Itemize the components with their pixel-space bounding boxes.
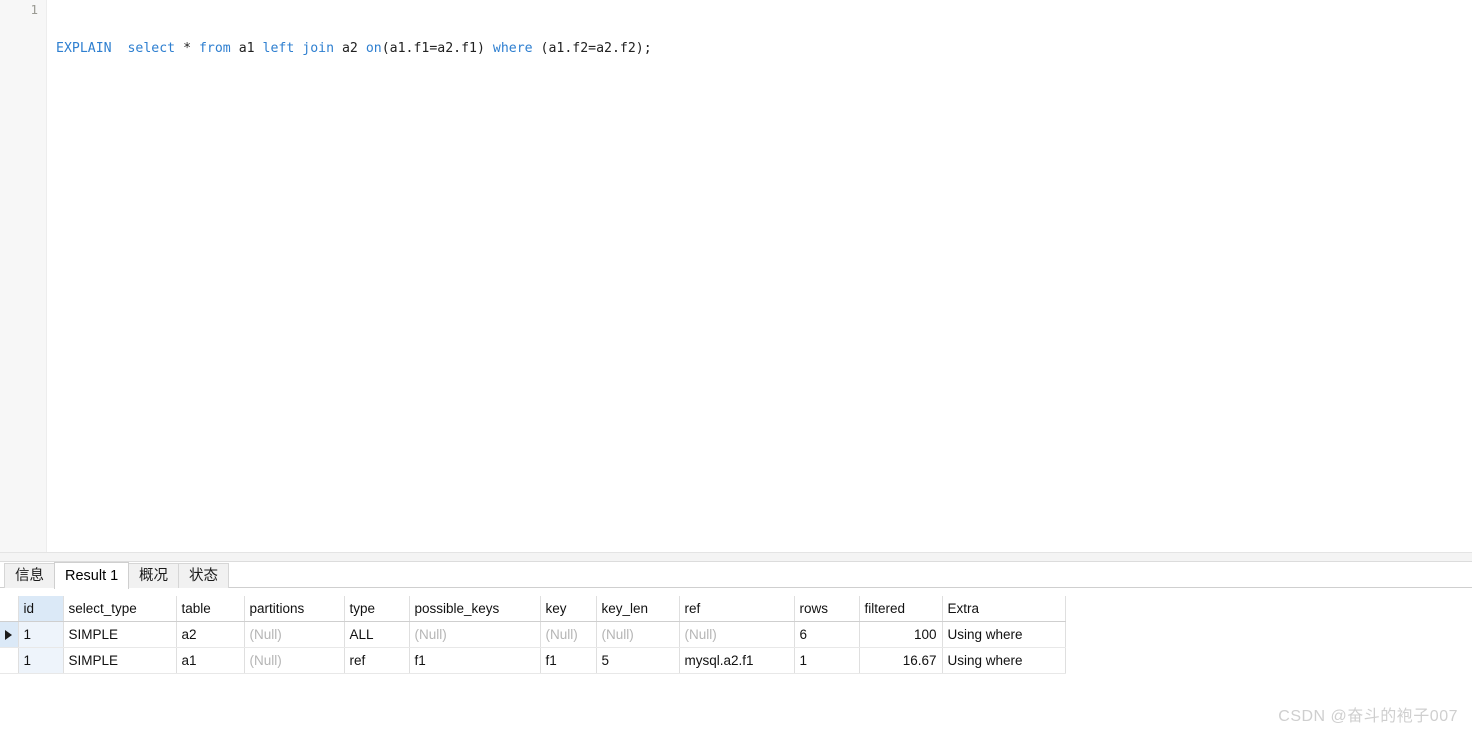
sql-token-12: join [302,41,335,56]
sql-token-4: * [183,41,192,56]
cell-key[interactable]: (Null) [540,621,597,648]
cell-type[interactable]: ref [344,647,410,674]
sql-token-2: select [127,41,176,56]
cell-possible_keys[interactable]: (Null) [409,621,541,648]
sql-token-3 [175,41,183,56]
sql-token-13 [334,41,342,56]
sql-token-1 [112,41,128,56]
sql-token-7 [231,41,239,56]
code-line-1: EXPLAIN select * from a1 left join a2 on… [56,38,1472,58]
column-header-select_type[interactable]: select_type [63,596,177,622]
tab-label: 信息 [15,568,44,584]
sql-token-14: a2 [341,41,358,56]
sql-token-19: where [492,41,533,56]
cell-key_len[interactable]: 5 [596,647,680,674]
sql-token-6: from [198,41,231,56]
tab-panel-3[interactable]: 状态 [178,563,229,588]
cell-table[interactable]: a2 [176,621,245,648]
tab-panel-2[interactable]: 概况 [128,563,179,588]
cell-Extra[interactable]: Using where [942,621,1066,648]
sql-token-9 [255,41,263,56]
cell-partitions[interactable]: (Null) [244,647,345,674]
editor-line-number-gutter: 1 [0,0,47,552]
column-header-rows[interactable]: rows [794,596,860,622]
sql-token-5 [191,41,199,56]
column-header-table[interactable]: table [176,596,245,622]
cell-ref[interactable]: (Null) [679,621,795,648]
column-header-possible_keys[interactable]: possible_keys [409,596,541,622]
cell-filtered[interactable]: 100 [859,621,943,648]
cell-rows[interactable]: 6 [794,621,860,648]
explain-result-table: id select_type table partitions type possible… [0,596,1066,674]
column-header-ref[interactable]: ref [679,596,795,622]
table-row[interactable]: 1 SIMPLE a2 (Null) ALL (Null) (Null) (Null) (Nul… [0,621,1066,648]
current-row-arrow-icon [5,629,13,640]
panel-splitter[interactable] [0,552,1472,562]
column-header-id[interactable]: id [18,596,64,622]
sql-token-21: (a1.f2=a2.f2); [540,41,652,56]
tab-panel-0[interactable]: 信息 [4,563,55,588]
sql-token-15 [358,41,366,56]
cell-Extra[interactable]: Using where [942,647,1066,674]
tab-label: 概况 [139,568,168,584]
column-header-key_len[interactable]: key_len [596,596,680,622]
cell-rows[interactable]: 1 [794,647,860,674]
cell-key[interactable]: f1 [540,647,597,674]
tab-label: Result 1 [65,568,119,584]
cell-type[interactable]: ALL [344,621,410,648]
sql-token-10: left [262,41,295,56]
sql-editor-panel[interactable]: 1 EXPLAIN select * from a1 left join a2 … [0,0,1472,552]
cell-select_type[interactable]: SIMPLE [63,621,177,648]
column-header-Extra[interactable]: Extra [942,596,1066,622]
column-header-type[interactable]: type [344,596,410,622]
cell-select_type[interactable]: SIMPLE [63,647,177,674]
sql-token-20 [533,41,541,56]
cell-filtered[interactable]: 16.67 [859,647,943,674]
cell-possible_keys[interactable]: f1 [409,647,541,674]
sql-token-8: a1 [238,41,255,56]
sql-token-16: on [365,41,382,56]
csdn-watermark: CSDN @奋斗的袍子007 [1278,708,1458,725]
cell-partitions[interactable]: (Null) [244,621,345,648]
cell-id[interactable]: 1 [18,647,64,674]
column-header-partitions[interactable]: partitions [244,596,345,622]
cell-id[interactable]: 1 [18,621,64,648]
row-indicator-cell[interactable] [0,621,19,648]
cell-table[interactable]: a1 [176,647,245,674]
table-header-row: id select_type table partitions type possible… [0,596,1066,622]
tab-label: 状态 [189,568,218,584]
sql-token-17: (a1.f1=a2.f1) [381,41,485,56]
result-grid[interactable]: id select_type table partitions type possible… [0,596,1066,674]
result-tab-bar: 信息 Result 1 概况 状态 [0,562,1472,589]
sql-token-18 [485,41,493,56]
cell-ref[interactable]: mysql.a2.f1 [679,647,795,674]
sql-code-area[interactable]: EXPLAIN select * from a1 left join a2 on… [56,0,1472,552]
column-header-key[interactable]: key [540,596,597,622]
tab-result-1[interactable]: Result 1 [54,562,130,589]
line-number-1: 1 [30,2,38,17]
sql-token-0: EXPLAIN [56,41,112,56]
row-indicator-header [0,596,19,622]
column-header-filtered[interactable]: filtered [859,596,943,622]
table-row[interactable]: 1 SIMPLE a1 (Null) ref f1 f1 5 mysql.a2.f1 1 16.67… [0,647,1066,674]
row-indicator-cell[interactable] [0,647,19,674]
cell-key_len[interactable]: (Null) [596,621,680,648]
